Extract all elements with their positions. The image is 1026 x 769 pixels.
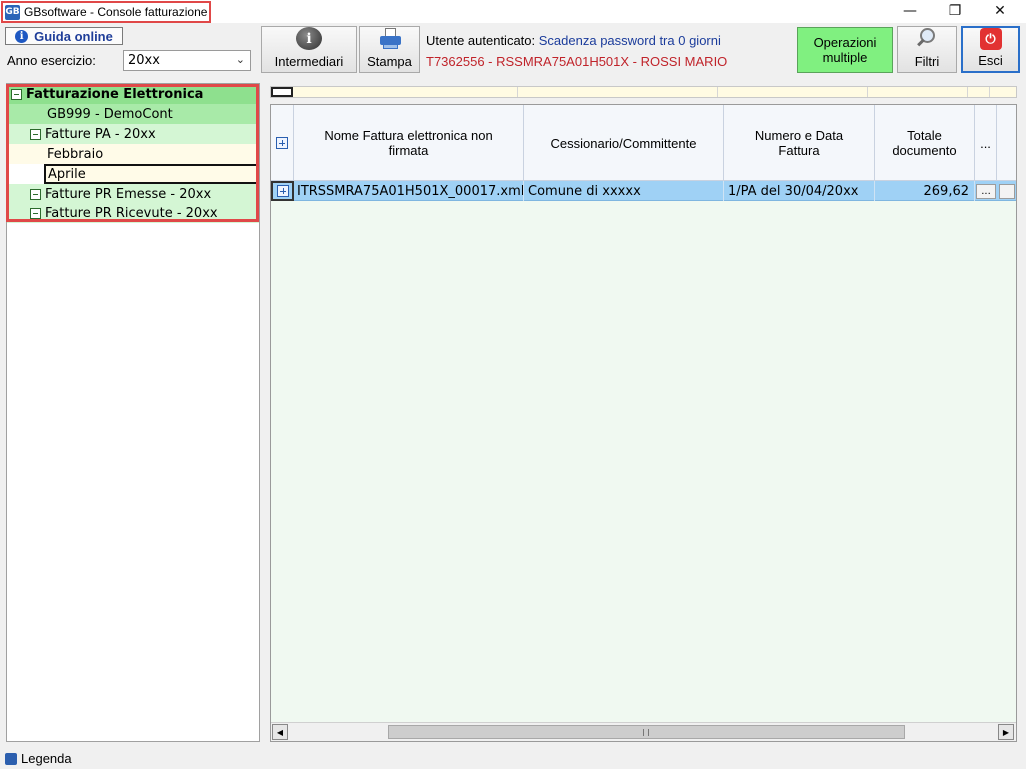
anno-esercizio-label: Anno esercizio:	[7, 53, 96, 68]
printer-icon	[377, 27, 403, 50]
minimize-button[interactable]: —	[887, 0, 933, 22]
expand-icon	[276, 137, 288, 149]
filter-row[interactable]	[270, 86, 1017, 98]
column-header-nome[interactable]: Nome Fattura elettronica non firmata	[294, 105, 524, 181]
cell-numero[interactable]: 1/PA del 30/04/20xx	[724, 181, 875, 201]
close-window-button[interactable]: ✕	[977, 0, 1023, 22]
expand-icon	[276, 185, 289, 197]
legenda-label: Legenda	[21, 751, 72, 766]
intermediari-label: Intermediari	[274, 54, 344, 69]
scroll-thumb[interactable]	[388, 725, 905, 739]
intermediari-button[interactable]: i Intermediari	[261, 26, 357, 73]
anno-esercizio-value: 20xx	[128, 53, 160, 68]
anno-esercizio-select[interactable]: 20xx ⌄	[123, 50, 251, 71]
chevron-down-icon: ⌄	[235, 53, 245, 66]
expand-all-button[interactable]	[271, 105, 294, 181]
column-header-numero-line2: Fattura	[778, 143, 820, 158]
auth-status: Utente autenticato: Scadenza password tr…	[426, 33, 721, 48]
scroll-left-button[interactable]: ◀	[272, 724, 288, 740]
horizontal-scrollbar[interactable]: ◀ ▶	[271, 722, 1016, 741]
restore-icon: ❐	[948, 3, 962, 19]
cell-totale[interactable]: 269,62	[875, 181, 975, 201]
stampa-label: Stampa	[367, 54, 412, 69]
column-header-nome-line2: firmata	[388, 143, 429, 158]
guida-online-button[interactable]: i Guida online	[5, 27, 123, 45]
app-logo-icon: GB	[5, 4, 20, 20]
intermediari-icon: i	[296, 27, 322, 50]
invoice-grid: Nome Fattura elettronica non firmata Cess…	[270, 104, 1017, 742]
grid-header: Nome Fattura elettronica non firmata Cess…	[271, 105, 1016, 181]
stampa-button[interactable]: Stampa	[359, 26, 420, 73]
esci-label: Esci	[978, 53, 1003, 68]
auth-label: Utente autenticato:	[426, 33, 536, 48]
filter-cell-active[interactable]	[271, 87, 293, 97]
column-header-numero-line1: Numero e Data	[754, 128, 844, 143]
cell-nome[interactable]: ITRSSMRA75A01H501X_00017.xml	[296, 181, 524, 201]
column-header-more-label: ...	[980, 135, 991, 151]
row-more-button[interactable]: ...	[976, 184, 996, 199]
close-icon: ✕	[994, 3, 1006, 19]
column-header-nome-line1: Nome Fattura elettronica non	[324, 128, 493, 143]
restore-button[interactable]: ❐	[932, 0, 978, 22]
column-header-cessionario-label: Cessionario/Committente	[550, 135, 697, 151]
column-header-extra[interactable]	[997, 105, 1016, 181]
column-header-totale[interactable]: Totale documento	[875, 105, 975, 181]
operazioni-multiple-button[interactable]: Operazioni multiple	[797, 27, 893, 73]
column-header-cessionario[interactable]: Cessionario/Committente	[524, 105, 724, 181]
legenda-icon	[5, 752, 17, 765]
operazioni-label-line2: multiple	[822, 50, 868, 65]
legenda-button[interactable]: Legenda	[5, 751, 72, 766]
guida-online-label: Guida online	[34, 28, 113, 44]
esci-button[interactable]: ⏻ Esci	[961, 26, 1020, 73]
filtri-button[interactable]: Filtri	[897, 26, 957, 73]
column-header-more[interactable]: ...	[975, 105, 997, 181]
cell-cessionario[interactable]: Comune di xxxxx	[524, 181, 724, 201]
scroll-right-button[interactable]: ▶	[998, 724, 1014, 740]
table-row[interactable]: ITRSSMRA75A01H501X_00017.xml Comune di x…	[271, 181, 1016, 201]
tree-highlight-box	[6, 84, 259, 222]
window-title: GB GBsoftware - Console fatturazione	[1, 1, 211, 23]
row-expand-button[interactable]	[271, 181, 294, 201]
user-info: T7362556 - RSSMRA75A01H501X - ROSSI MARI…	[426, 54, 728, 69]
operazioni-label-line1: Operazioni	[813, 35, 877, 50]
minimize-icon: —	[903, 3, 917, 19]
column-header-numero[interactable]: Numero e Data Fattura	[724, 105, 875, 181]
column-header-totale-line1: Totale	[907, 128, 942, 143]
window-title-text: GBsoftware - Console fatturazione	[24, 5, 208, 19]
row-extra-button[interactable]	[999, 184, 1015, 199]
column-header-totale-line2: documento	[892, 143, 957, 158]
info-icon: i	[15, 29, 29, 43]
password-expiry-text: Scadenza password tra 0 giorni	[538, 33, 721, 48]
filtri-label: Filtri	[914, 54, 940, 69]
power-icon: ⏻	[979, 28, 1002, 50]
magnifier-icon	[915, 27, 939, 51]
